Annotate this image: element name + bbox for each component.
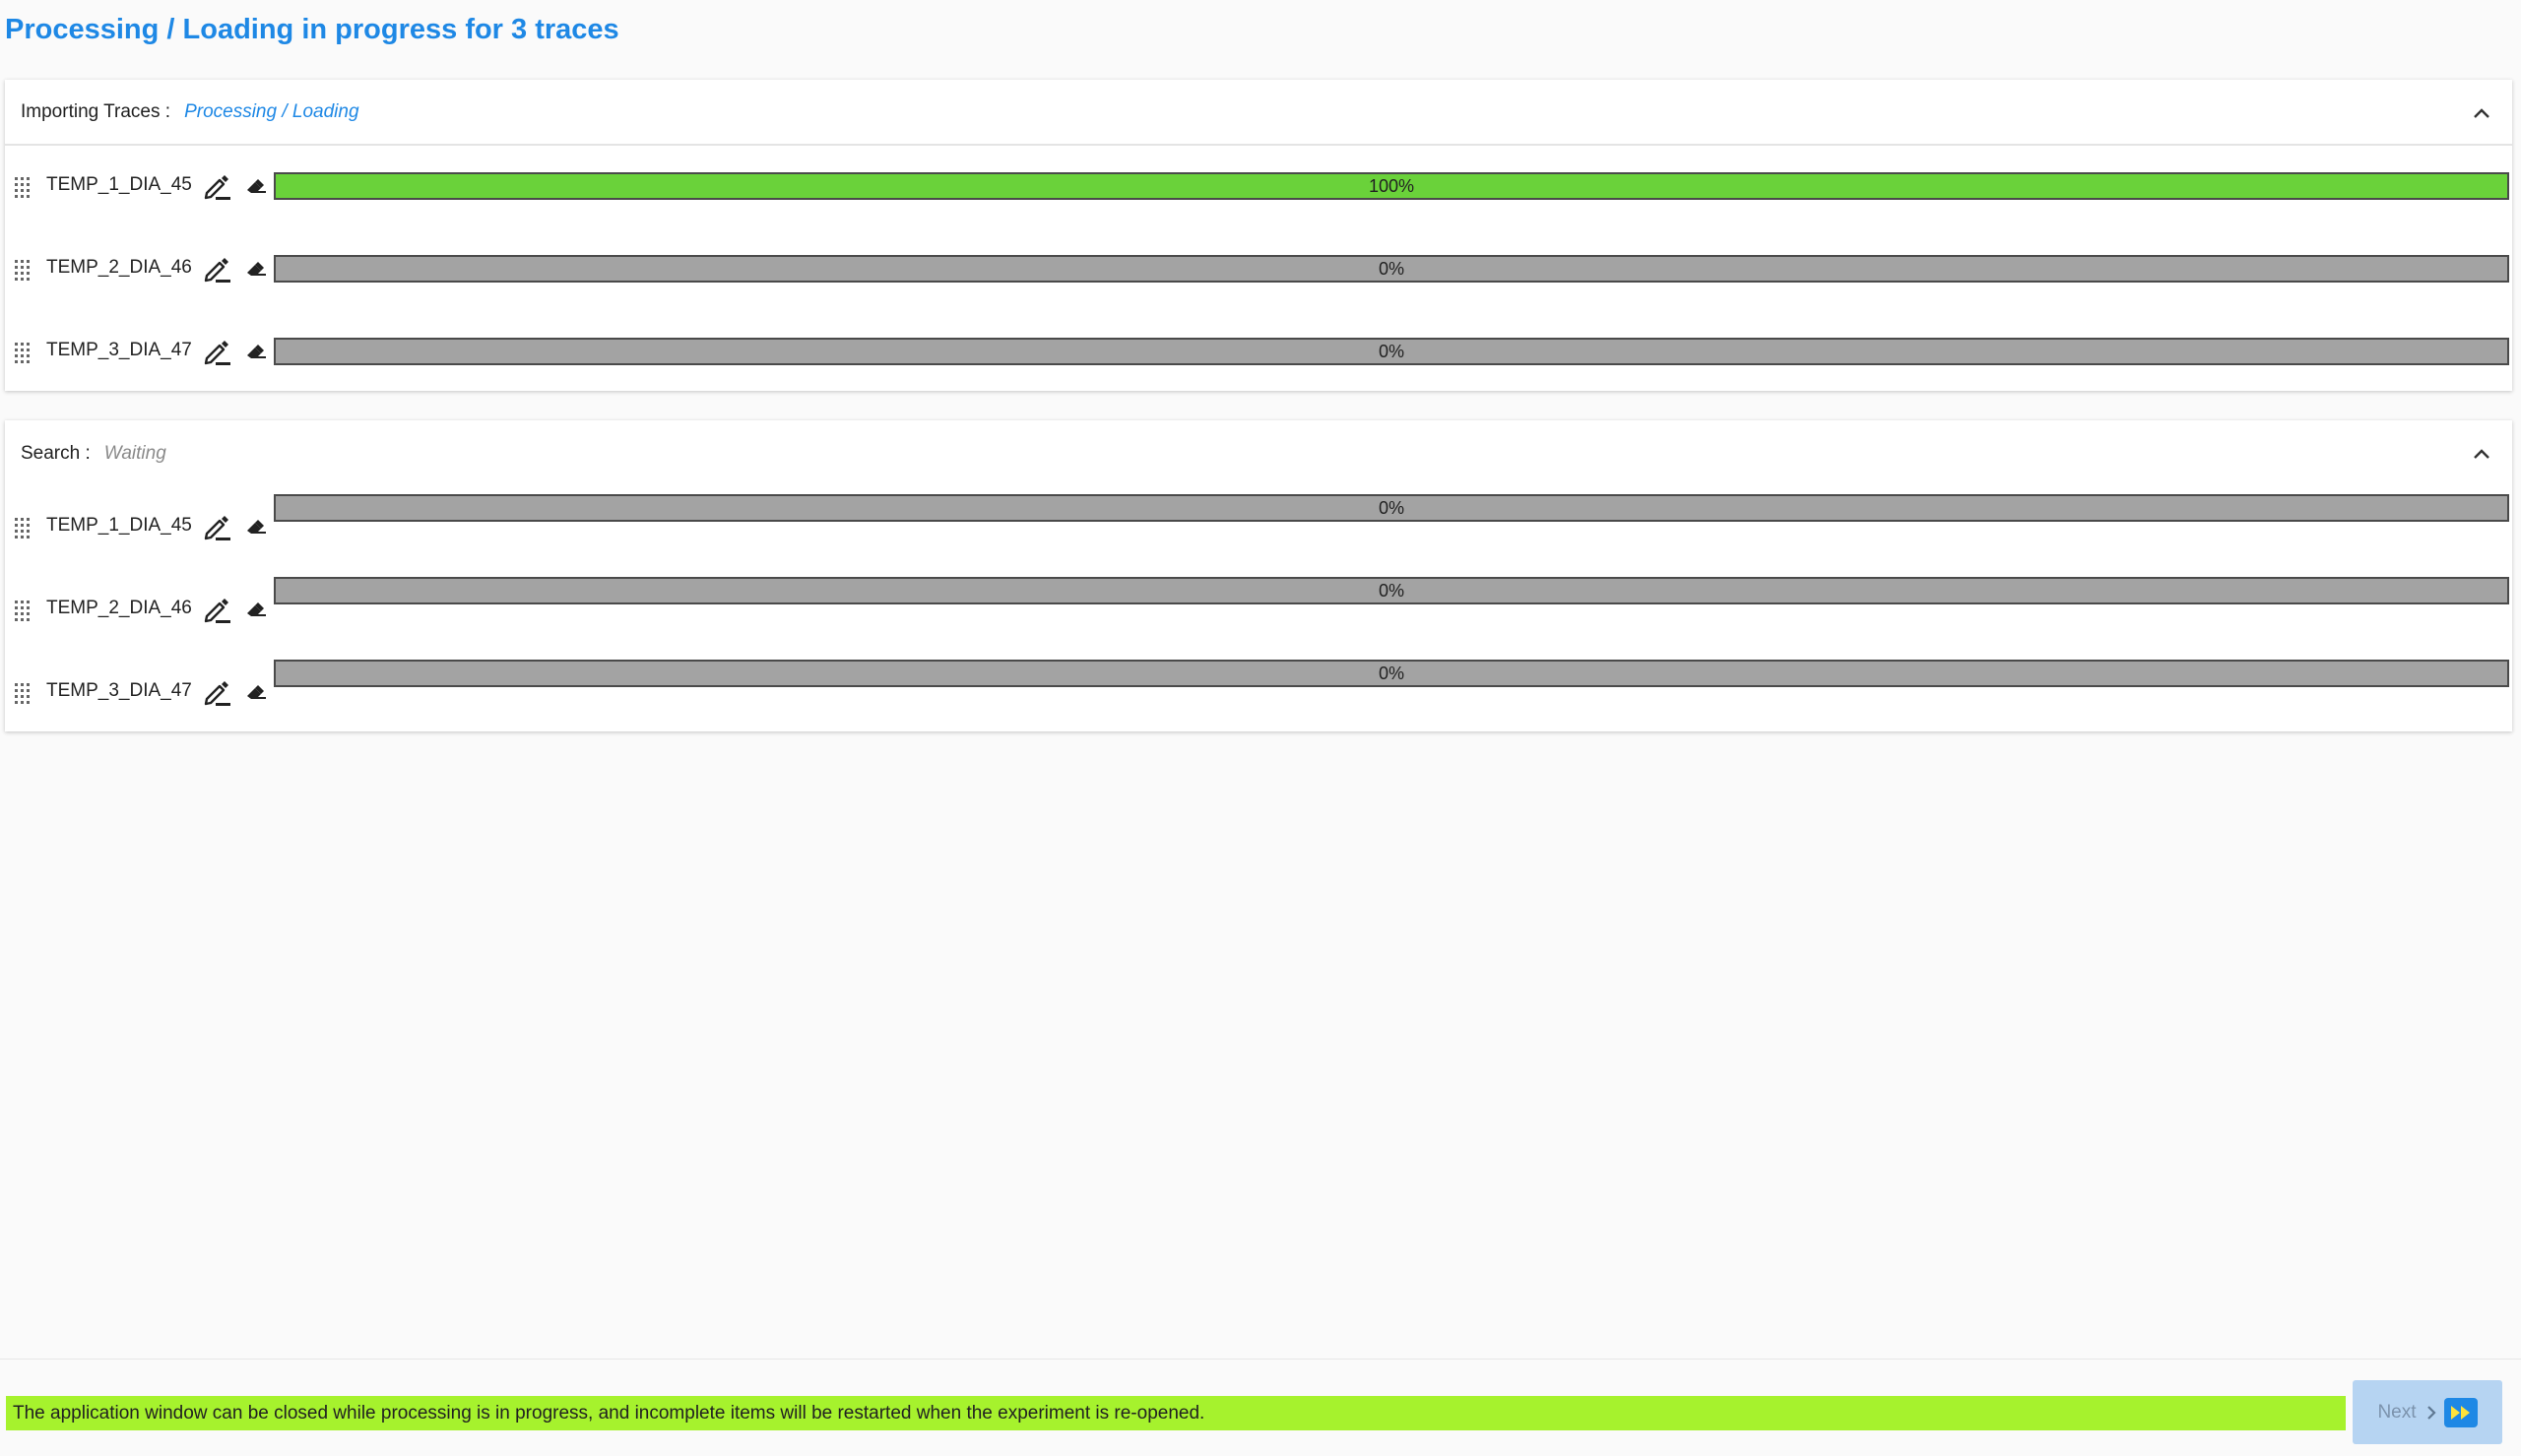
progress-label: 0% xyxy=(1378,342,1404,361)
import-trace-row: TEMP_3_DIA_47 0% xyxy=(5,334,2512,369)
search-trace-row: TEMP_3_DIA_47 0% xyxy=(5,660,2512,710)
eraser-icon[interactable] xyxy=(245,683,267,703)
next-button[interactable]: Next xyxy=(2353,1380,2502,1444)
progress-label: 0% xyxy=(1378,664,1404,683)
progress-bar: 0% xyxy=(274,577,2509,604)
progress-bar: 0% xyxy=(274,494,2509,522)
drag-handle-icon[interactable] xyxy=(14,517,32,538)
progress-label: 0% xyxy=(1378,498,1404,518)
trace-name: TEMP_2_DIA_46 xyxy=(46,257,192,278)
drag-handle-icon[interactable] xyxy=(14,259,32,281)
drag-handle-icon[interactable] xyxy=(14,176,32,198)
progress-bar: 0% xyxy=(274,660,2509,687)
trace-name: TEMP_1_DIA_45 xyxy=(46,174,192,195)
footer: The application window can be closed whi… xyxy=(0,1359,2521,1456)
import-panel-label: Importing Traces : xyxy=(21,100,171,122)
drag-handle-icon[interactable] xyxy=(14,342,32,363)
next-button-label: Next xyxy=(2377,1401,2417,1423)
progress-bar: 0% xyxy=(274,255,2509,283)
search-trace-row: TEMP_2_DIA_46 0% xyxy=(5,577,2512,627)
drag-handle-icon[interactable] xyxy=(14,600,32,621)
pencil-icon[interactable] xyxy=(203,514,232,541)
progress-bar: 0% xyxy=(274,338,2509,365)
eraser-icon[interactable] xyxy=(245,177,267,197)
import-trace-row: TEMP_1_DIA_45 100% xyxy=(5,168,2512,204)
chevron-up-icon[interactable] xyxy=(2469,441,2494,467)
search-panel-status: Waiting xyxy=(103,442,166,464)
search-panel-header[interactable]: Search : Waiting xyxy=(5,420,2512,486)
import-panel-header[interactable]: Importing Traces : Processing / Loading xyxy=(5,80,2512,146)
pencil-icon[interactable] xyxy=(203,679,232,707)
pencil-icon[interactable] xyxy=(203,597,232,624)
chevron-right-icon xyxy=(2426,1405,2436,1421)
eraser-icon[interactable] xyxy=(245,260,267,280)
trace-name: TEMP_3_DIA_47 xyxy=(46,680,192,701)
pencil-icon[interactable] xyxy=(203,339,232,366)
page-title: Processing / Loading in progress for 3 t… xyxy=(5,14,619,45)
import-panel: Importing Traces : Processing / Loading … xyxy=(5,80,2512,391)
progress-label: 0% xyxy=(1378,581,1404,601)
chevron-up-icon[interactable] xyxy=(2469,100,2494,126)
eraser-icon[interactable] xyxy=(245,343,267,362)
trace-name: TEMP_3_DIA_47 xyxy=(46,340,192,360)
pencil-icon[interactable] xyxy=(203,173,232,201)
import-panel-status: Processing / Loading xyxy=(184,100,359,122)
trace-name: TEMP_2_DIA_46 xyxy=(46,598,192,618)
progress-bar: 100% xyxy=(274,172,2509,200)
progress-label: 100% xyxy=(1368,176,1415,196)
info-message: The application window can be closed whi… xyxy=(6,1396,2346,1430)
progress-label: 0% xyxy=(1378,259,1404,279)
search-panel-label: Search : xyxy=(21,442,91,464)
fast-forward-icon xyxy=(2443,1397,2478,1427)
eraser-icon[interactable] xyxy=(245,601,267,620)
drag-handle-icon[interactable] xyxy=(14,682,32,704)
import-trace-row: TEMP_2_DIA_46 0% xyxy=(5,251,2512,286)
search-trace-row: TEMP_1_DIA_45 0% xyxy=(5,494,2512,544)
pencil-icon[interactable] xyxy=(203,256,232,284)
eraser-icon[interactable] xyxy=(245,518,267,538)
search-panel: Search : Waiting TEMP_1_DIA_45 0% TEMP_2… xyxy=(5,420,2512,731)
trace-name: TEMP_1_DIA_45 xyxy=(46,515,192,536)
